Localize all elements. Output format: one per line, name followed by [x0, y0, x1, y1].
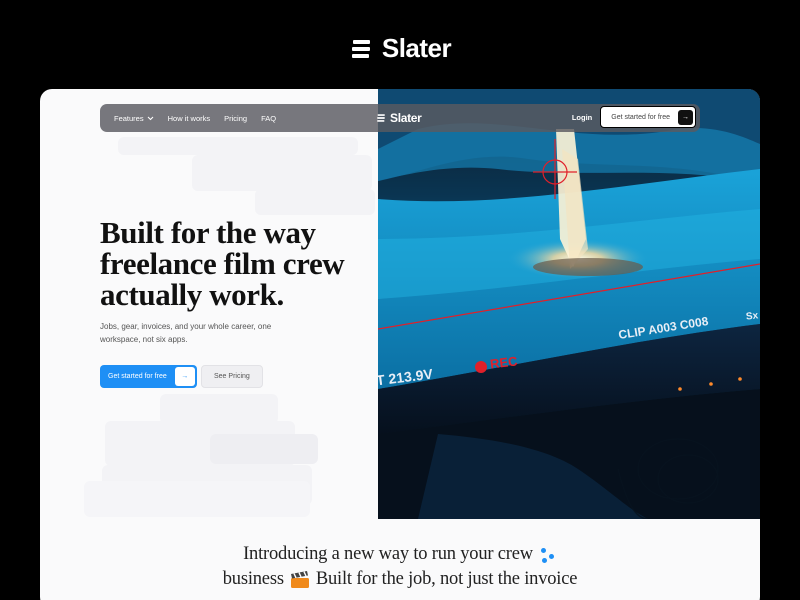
decorative-block — [84, 481, 310, 517]
subtext-line: workspace, not six apps. — [100, 335, 188, 344]
clapperboard-icon — [290, 570, 309, 588]
intro-line-2: business Built for the job, not just the… — [40, 567, 760, 592]
landing-page-card: CLIP A003 C008 T 213.9V REC Sx Features … — [40, 89, 760, 600]
brand-name: Slater — [381, 33, 452, 63]
decorative-block — [118, 137, 358, 155]
intro-line-1: Introducing a new way to run your crew — [40, 542, 760, 567]
nav-brand-link[interactable]: Slater — [376, 104, 422, 132]
nav-item-features[interactable]: Features — [114, 114, 154, 123]
see-pricing-button[interactable]: See Pricing — [201, 365, 263, 388]
chevron-down-icon — [147, 116, 153, 120]
decorative-block — [255, 189, 375, 215]
nav-actions: Login Get started for free → — [572, 106, 696, 128]
navbar: Features How it works Pricing FAQ Slater… — [100, 104, 700, 132]
get-started-label: Get started for free — [108, 373, 167, 380]
headline-line: freelance film crew — [100, 246, 345, 281]
login-link[interactable]: Login — [572, 113, 592, 122]
decorative-block — [210, 434, 318, 464]
nav-item-label: Features — [114, 113, 144, 123]
dots-icon — [539, 546, 557, 564]
hero-subtext: Jobs, gear, invoices, and your whole car… — [100, 320, 320, 346]
nav-item-pricing[interactable]: Pricing — [224, 114, 247, 123]
nav-item-faq[interactable]: FAQ — [261, 114, 276, 123]
nav-item-how-it-works[interactable]: How it works — [168, 114, 211, 123]
nav-get-started-button[interactable]: Get started for free → — [600, 106, 696, 128]
get-started-button[interactable]: Get started for free → — [100, 365, 197, 388]
brand-header: Slater — [0, 33, 800, 64]
intro-text: Introducing a new way to run your crew — [243, 544, 533, 564]
headline-line: Built for the way — [100, 215, 316, 250]
nav-cta-label: Get started for free — [611, 113, 670, 121]
nav-brand-name: Slater — [390, 111, 422, 125]
slater-logo-icon — [351, 39, 370, 58]
arrow-right-icon: → — [678, 109, 693, 125]
intro-text: business — [222, 569, 284, 589]
subtext-line: Jobs, gear, invoices, and your whole car… — [100, 322, 272, 331]
arrow-right-icon: → — [174, 367, 195, 386]
headline-line: actually work. — [100, 277, 284, 312]
intro-section: Introducing a new way to run your crew b… — [40, 542, 760, 592]
hero-headline: Built for the way freelance film crew ac… — [100, 217, 380, 310]
corner-label: Sx — [745, 310, 759, 323]
intro-text: Built for the job, not just the invoice — [315, 569, 578, 589]
decorative-block — [192, 155, 372, 191]
decorative-block — [160, 394, 278, 424]
hero-image: CLIP A003 C008 T 213.9V REC Sx — [378, 89, 760, 519]
slater-logo-icon — [377, 114, 385, 122]
